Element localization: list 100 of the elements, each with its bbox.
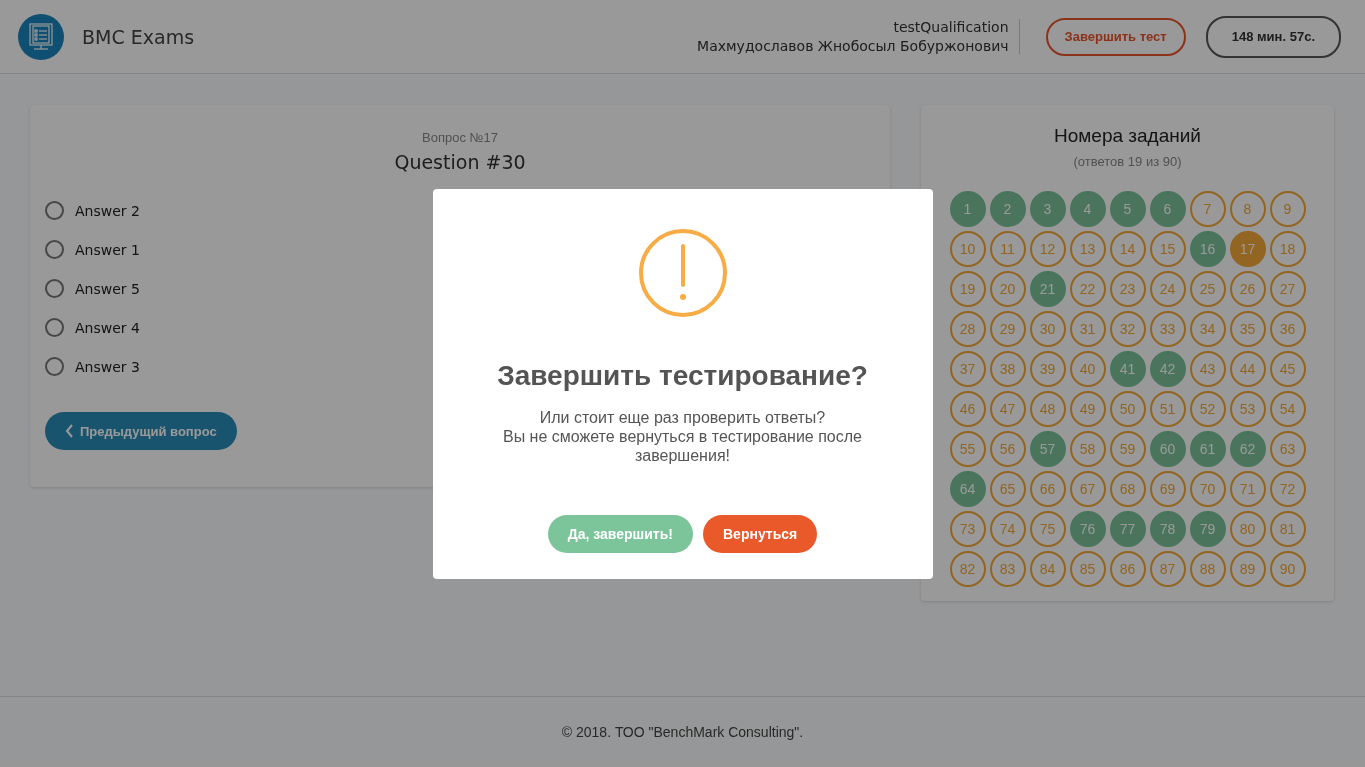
question-number-button[interactable]: 81 [1269, 511, 1306, 547]
question-number-button[interactable]: 56 [989, 431, 1026, 467]
question-number-button[interactable]: 67 [1069, 471, 1106, 507]
question-number-button[interactable]: 78 [1149, 511, 1186, 547]
question-number-button[interactable]: 18 [1269, 231, 1306, 267]
question-number-button[interactable]: 24 [1149, 271, 1186, 307]
question-number-button[interactable]: 84 [1029, 551, 1066, 587]
question-number-button[interactable]: 74 [989, 511, 1026, 547]
question-number-button[interactable]: 35 [1229, 311, 1266, 347]
question-number-button[interactable]: 72 [1269, 471, 1306, 507]
question-number-button[interactable]: 55 [949, 431, 986, 467]
question-number-button[interactable]: 12 [1029, 231, 1066, 267]
question-number-button[interactable]: 87 [1149, 551, 1186, 587]
question-number-button[interactable]: 6 [1149, 191, 1186, 227]
question-number-button[interactable]: 27 [1269, 271, 1306, 307]
question-number-button[interactable]: 7 [1189, 191, 1226, 227]
question-number-button[interactable]: 23 [1109, 271, 1146, 307]
question-number-button[interactable]: 22 [1069, 271, 1106, 307]
question-number-button[interactable]: 33 [1149, 311, 1186, 347]
question-number-button[interactable]: 90 [1269, 551, 1306, 587]
chevron-left-icon [65, 424, 74, 438]
question-number-button[interactable]: 82 [949, 551, 986, 587]
question-number-button[interactable]: 57 [1029, 431, 1066, 467]
question-number-button[interactable]: 40 [1069, 351, 1106, 387]
radio-button[interactable] [45, 318, 64, 337]
question-number-button[interactable]: 60 [1149, 431, 1186, 467]
question-number-button[interactable]: 68 [1109, 471, 1146, 507]
question-number-button[interactable]: 75 [1029, 511, 1066, 547]
question-number-button[interactable]: 17 [1229, 231, 1266, 267]
question-number-button[interactable]: 5 [1109, 191, 1146, 227]
question-number-button[interactable]: 11 [989, 231, 1026, 267]
cancel-button[interactable]: Вернуться [703, 515, 818, 553]
question-number-button[interactable]: 80 [1229, 511, 1266, 547]
question-number-button[interactable]: 58 [1069, 431, 1106, 467]
question-number-button[interactable]: 15 [1149, 231, 1186, 267]
question-number-button[interactable]: 36 [1269, 311, 1306, 347]
radio-button[interactable] [45, 357, 64, 376]
question-number-button[interactable]: 61 [1189, 431, 1226, 467]
question-number-button[interactable]: 25 [1189, 271, 1226, 307]
question-number-button[interactable]: 41 [1109, 351, 1146, 387]
question-number-button[interactable]: 30 [1029, 311, 1066, 347]
question-number-button[interactable]: 29 [989, 311, 1026, 347]
question-number-button[interactable]: 76 [1069, 511, 1106, 547]
question-number-button[interactable]: 48 [1029, 391, 1066, 427]
question-number-button[interactable]: 86 [1109, 551, 1146, 587]
question-number-button[interactable]: 71 [1229, 471, 1266, 507]
question-number-button[interactable]: 21 [1029, 271, 1066, 307]
question-number-button[interactable]: 79 [1189, 511, 1226, 547]
question-number-button[interactable]: 8 [1229, 191, 1266, 227]
radio-button[interactable] [45, 240, 64, 259]
question-number-button[interactable]: 1 [949, 191, 986, 227]
question-number-button[interactable]: 32 [1109, 311, 1146, 347]
question-number-button[interactable]: 88 [1189, 551, 1226, 587]
question-number-button[interactable]: 42 [1149, 351, 1186, 387]
question-number-button[interactable]: 50 [1109, 391, 1146, 427]
question-number-button[interactable]: 13 [1069, 231, 1106, 267]
radio-button[interactable] [45, 279, 64, 298]
question-number-button[interactable]: 53 [1229, 391, 1266, 427]
question-number-button[interactable]: 52 [1189, 391, 1226, 427]
question-number-button[interactable]: 83 [989, 551, 1026, 587]
question-number-button[interactable]: 69 [1149, 471, 1186, 507]
question-number-button[interactable]: 10 [949, 231, 986, 267]
question-number-button[interactable]: 38 [989, 351, 1026, 387]
question-number-button[interactable]: 77 [1109, 511, 1146, 547]
question-number-button[interactable]: 54 [1269, 391, 1306, 427]
question-number-button[interactable]: 4 [1069, 191, 1106, 227]
question-number-button[interactable]: 20 [989, 271, 1026, 307]
question-number-button[interactable]: 85 [1069, 551, 1106, 587]
question-number-button[interactable]: 64 [949, 471, 986, 507]
question-number-button[interactable]: 73 [949, 511, 986, 547]
question-number-button[interactable]: 89 [1229, 551, 1266, 587]
question-number-button[interactable]: 34 [1189, 311, 1226, 347]
question-number-button[interactable]: 45 [1269, 351, 1306, 387]
question-number-button[interactable]: 31 [1069, 311, 1106, 347]
question-number-button[interactable]: 43 [1189, 351, 1226, 387]
question-number-button[interactable]: 66 [1029, 471, 1066, 507]
question-number-button[interactable]: 39 [1029, 351, 1066, 387]
question-number-button[interactable]: 14 [1109, 231, 1146, 267]
question-number-button[interactable]: 19 [949, 271, 986, 307]
question-number-button[interactable]: 9 [1269, 191, 1306, 227]
question-number-button[interactable]: 62 [1229, 431, 1266, 467]
question-number-button[interactable]: 70 [1189, 471, 1226, 507]
question-number-button[interactable]: 59 [1109, 431, 1146, 467]
radio-button[interactable] [45, 201, 64, 220]
question-number-button[interactable]: 26 [1229, 271, 1266, 307]
previous-question-button[interactable]: Предыдущий вопрос [45, 412, 237, 450]
question-number-button[interactable]: 63 [1269, 431, 1306, 467]
confirm-button[interactable]: Да, завершить! [547, 515, 693, 553]
question-number-button[interactable]: 2 [989, 191, 1026, 227]
question-number-button[interactable]: 47 [989, 391, 1026, 427]
finish-test-button[interactable]: Завершить тест [1045, 17, 1186, 56]
question-number-button[interactable]: 16 [1189, 231, 1226, 267]
question-number-button[interactable]: 28 [949, 311, 986, 347]
question-number-button[interactable]: 49 [1069, 391, 1106, 427]
question-number-button[interactable]: 44 [1229, 351, 1266, 387]
question-number-button[interactable]: 37 [949, 351, 986, 387]
question-number-button[interactable]: 46 [949, 391, 986, 427]
question-number-button[interactable]: 65 [989, 471, 1026, 507]
question-number-button[interactable]: 3 [1029, 191, 1066, 227]
question-number-button[interactable]: 51 [1149, 391, 1186, 427]
